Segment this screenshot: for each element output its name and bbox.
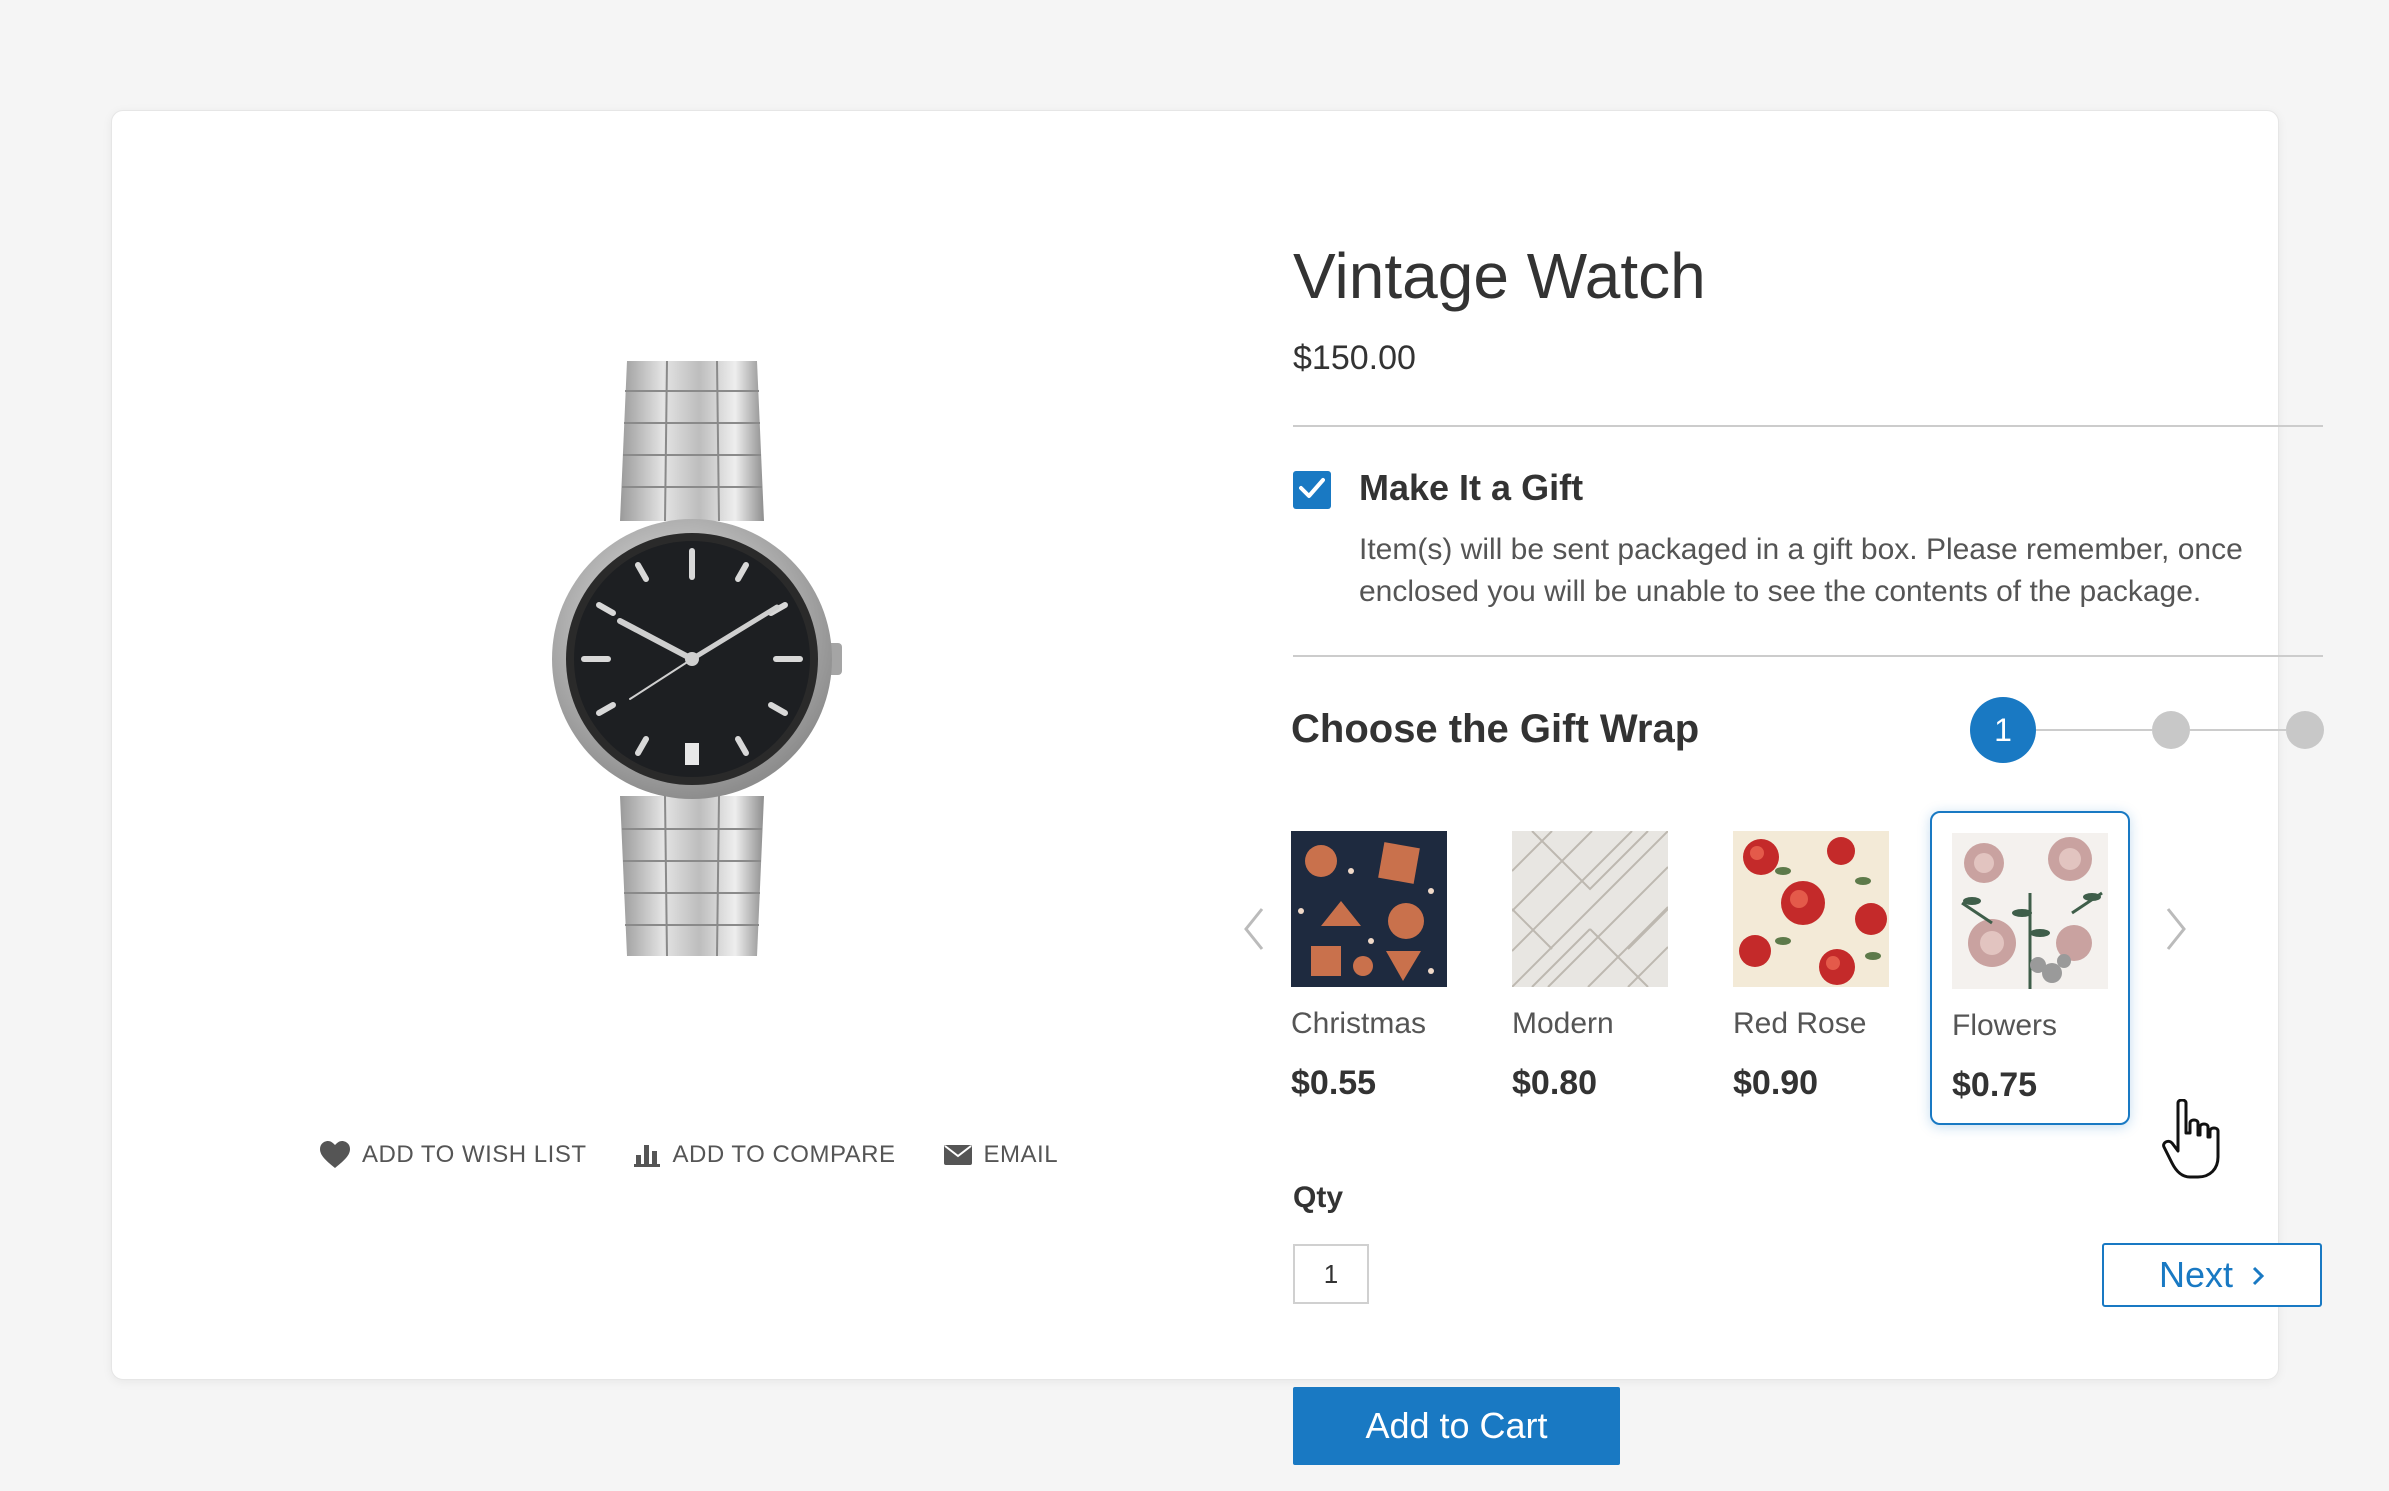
step-1-indicator[interactable]: 1: [1970, 697, 2036, 763]
gift-wrap-option-flowers[interactable]: Flowers $0.75: [1930, 811, 2130, 1125]
step-2-indicator[interactable]: [2152, 711, 2190, 749]
gift-wrap-price: $0.55: [1291, 1064, 1377, 1102]
heart-icon: [320, 1141, 350, 1169]
qty-label: Qty: [1293, 1181, 1344, 1214]
product-image: [532, 351, 852, 971]
step-connector: [2036, 729, 2152, 731]
make-it-a-gift-label[interactable]: Make It a Gift: [1359, 467, 1583, 509]
gift-wrap-name: Christmas: [1291, 1007, 1427, 1040]
step-connector: [2190, 729, 2286, 731]
step-3-indicator[interactable]: [2286, 711, 2324, 749]
make-it-a-gift-checkbox[interactable]: [1293, 471, 1331, 509]
next-button[interactable]: Next: [2102, 1243, 2322, 1307]
gift-wrap-name: Modern: [1512, 1007, 1614, 1040]
gift-wrap-option-red-rose[interactable]: Red Rose $0.90: [1713, 811, 1909, 1121]
divider: [1293, 425, 2323, 427]
gift-wrap-price: $0.80: [1512, 1064, 1598, 1102]
product-actions: ADD TO WISH LIST ADD TO COMPARE EMAIL: [320, 1141, 1058, 1169]
gift-wrap-name: Flowers: [1952, 1009, 2058, 1042]
modern-pattern-swatch: [1512, 831, 1668, 987]
gift-wrap-stepper: 1: [1970, 697, 2324, 763]
product-price: $150.00: [1293, 339, 1416, 377]
product-title: Vintage Watch: [1293, 240, 1706, 312]
gift-wrap-option-modern[interactable]: Modern $0.80: [1492, 811, 1688, 1121]
gift-description: Item(s) will be sent packaged in a gift …: [1359, 533, 2243, 608]
carousel-next-button[interactable]: [2156, 901, 2196, 961]
christmas-pattern-swatch: [1291, 831, 1447, 987]
gift-wrap-price: $0.90: [1733, 1064, 1819, 1102]
email-label: EMAIL: [983, 1141, 1059, 1168]
gift-wrap-title: Choose the Gift Wrap: [1291, 707, 1700, 751]
next-button-label: Next: [2158, 1254, 2234, 1295]
add-to-cart-button[interactable]: Add to Cart: [1293, 1387, 1620, 1465]
qty-input[interactable]: [1293, 1244, 1369, 1304]
gift-wrap-price: $0.75: [1952, 1066, 2038, 1104]
gift-wrap-name: Red Rose: [1733, 1007, 1867, 1040]
watch-image: [552, 360, 842, 957]
email-link[interactable]: EMAIL: [943, 1141, 1059, 1169]
envelope-icon: [943, 1145, 972, 1165]
add-to-wish-list-label: ADD TO WISH LIST: [362, 1141, 587, 1168]
bar-chart-icon: [634, 1143, 661, 1167]
flowers-pattern-swatch: [1952, 833, 2108, 989]
chevron-right-icon: [2164, 907, 2188, 956]
divider: [1293, 655, 2323, 657]
gift-wrap-option-christmas[interactable]: Christmas $0.55: [1271, 811, 1467, 1121]
chevron-right-icon: [2251, 1254, 2265, 1296]
add-to-compare-link[interactable]: ADD TO COMPARE: [634, 1141, 895, 1169]
product-card: ADD TO WISH LIST ADD TO COMPARE EMAIL Vi…: [111, 110, 2324, 1465]
add-to-compare-label: ADD TO COMPARE: [672, 1141, 896, 1168]
carousel-prev-button[interactable]: [1234, 901, 1274, 961]
chevron-left-icon: [1242, 907, 1266, 956]
add-to-wish-list-link[interactable]: ADD TO WISH LIST: [320, 1141, 586, 1169]
red-rose-pattern-swatch: [1733, 831, 1889, 987]
checkmark-icon: [1299, 477, 1325, 504]
hand-cursor-icon: [2160, 1098, 2222, 1184]
